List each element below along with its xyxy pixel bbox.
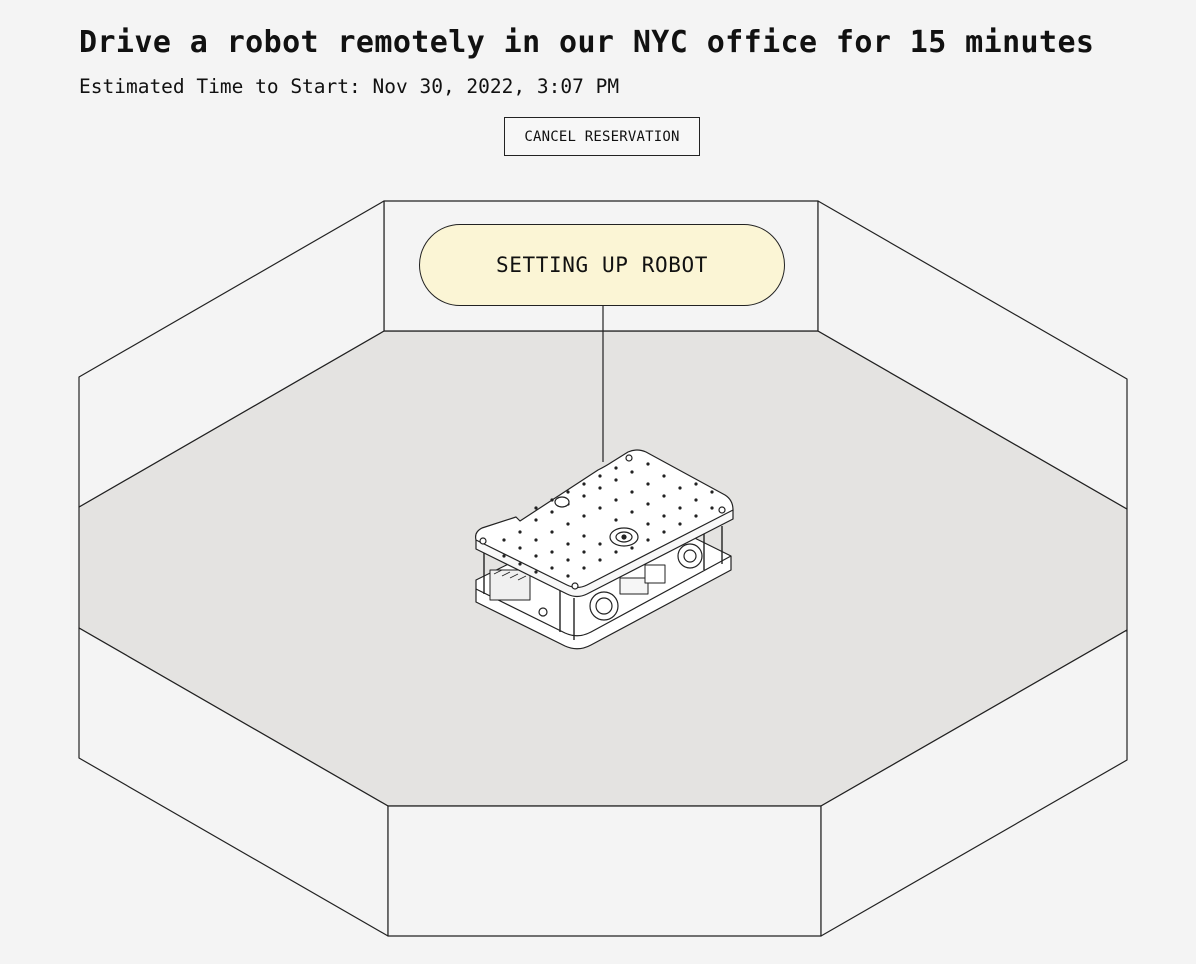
robot-status-label: SETTING UP ROBOT [496,253,708,277]
robot-status-pill: SETTING UP ROBOT [419,224,785,306]
arena-wall-front [387,805,822,937]
robot-arena [78,200,1128,937]
